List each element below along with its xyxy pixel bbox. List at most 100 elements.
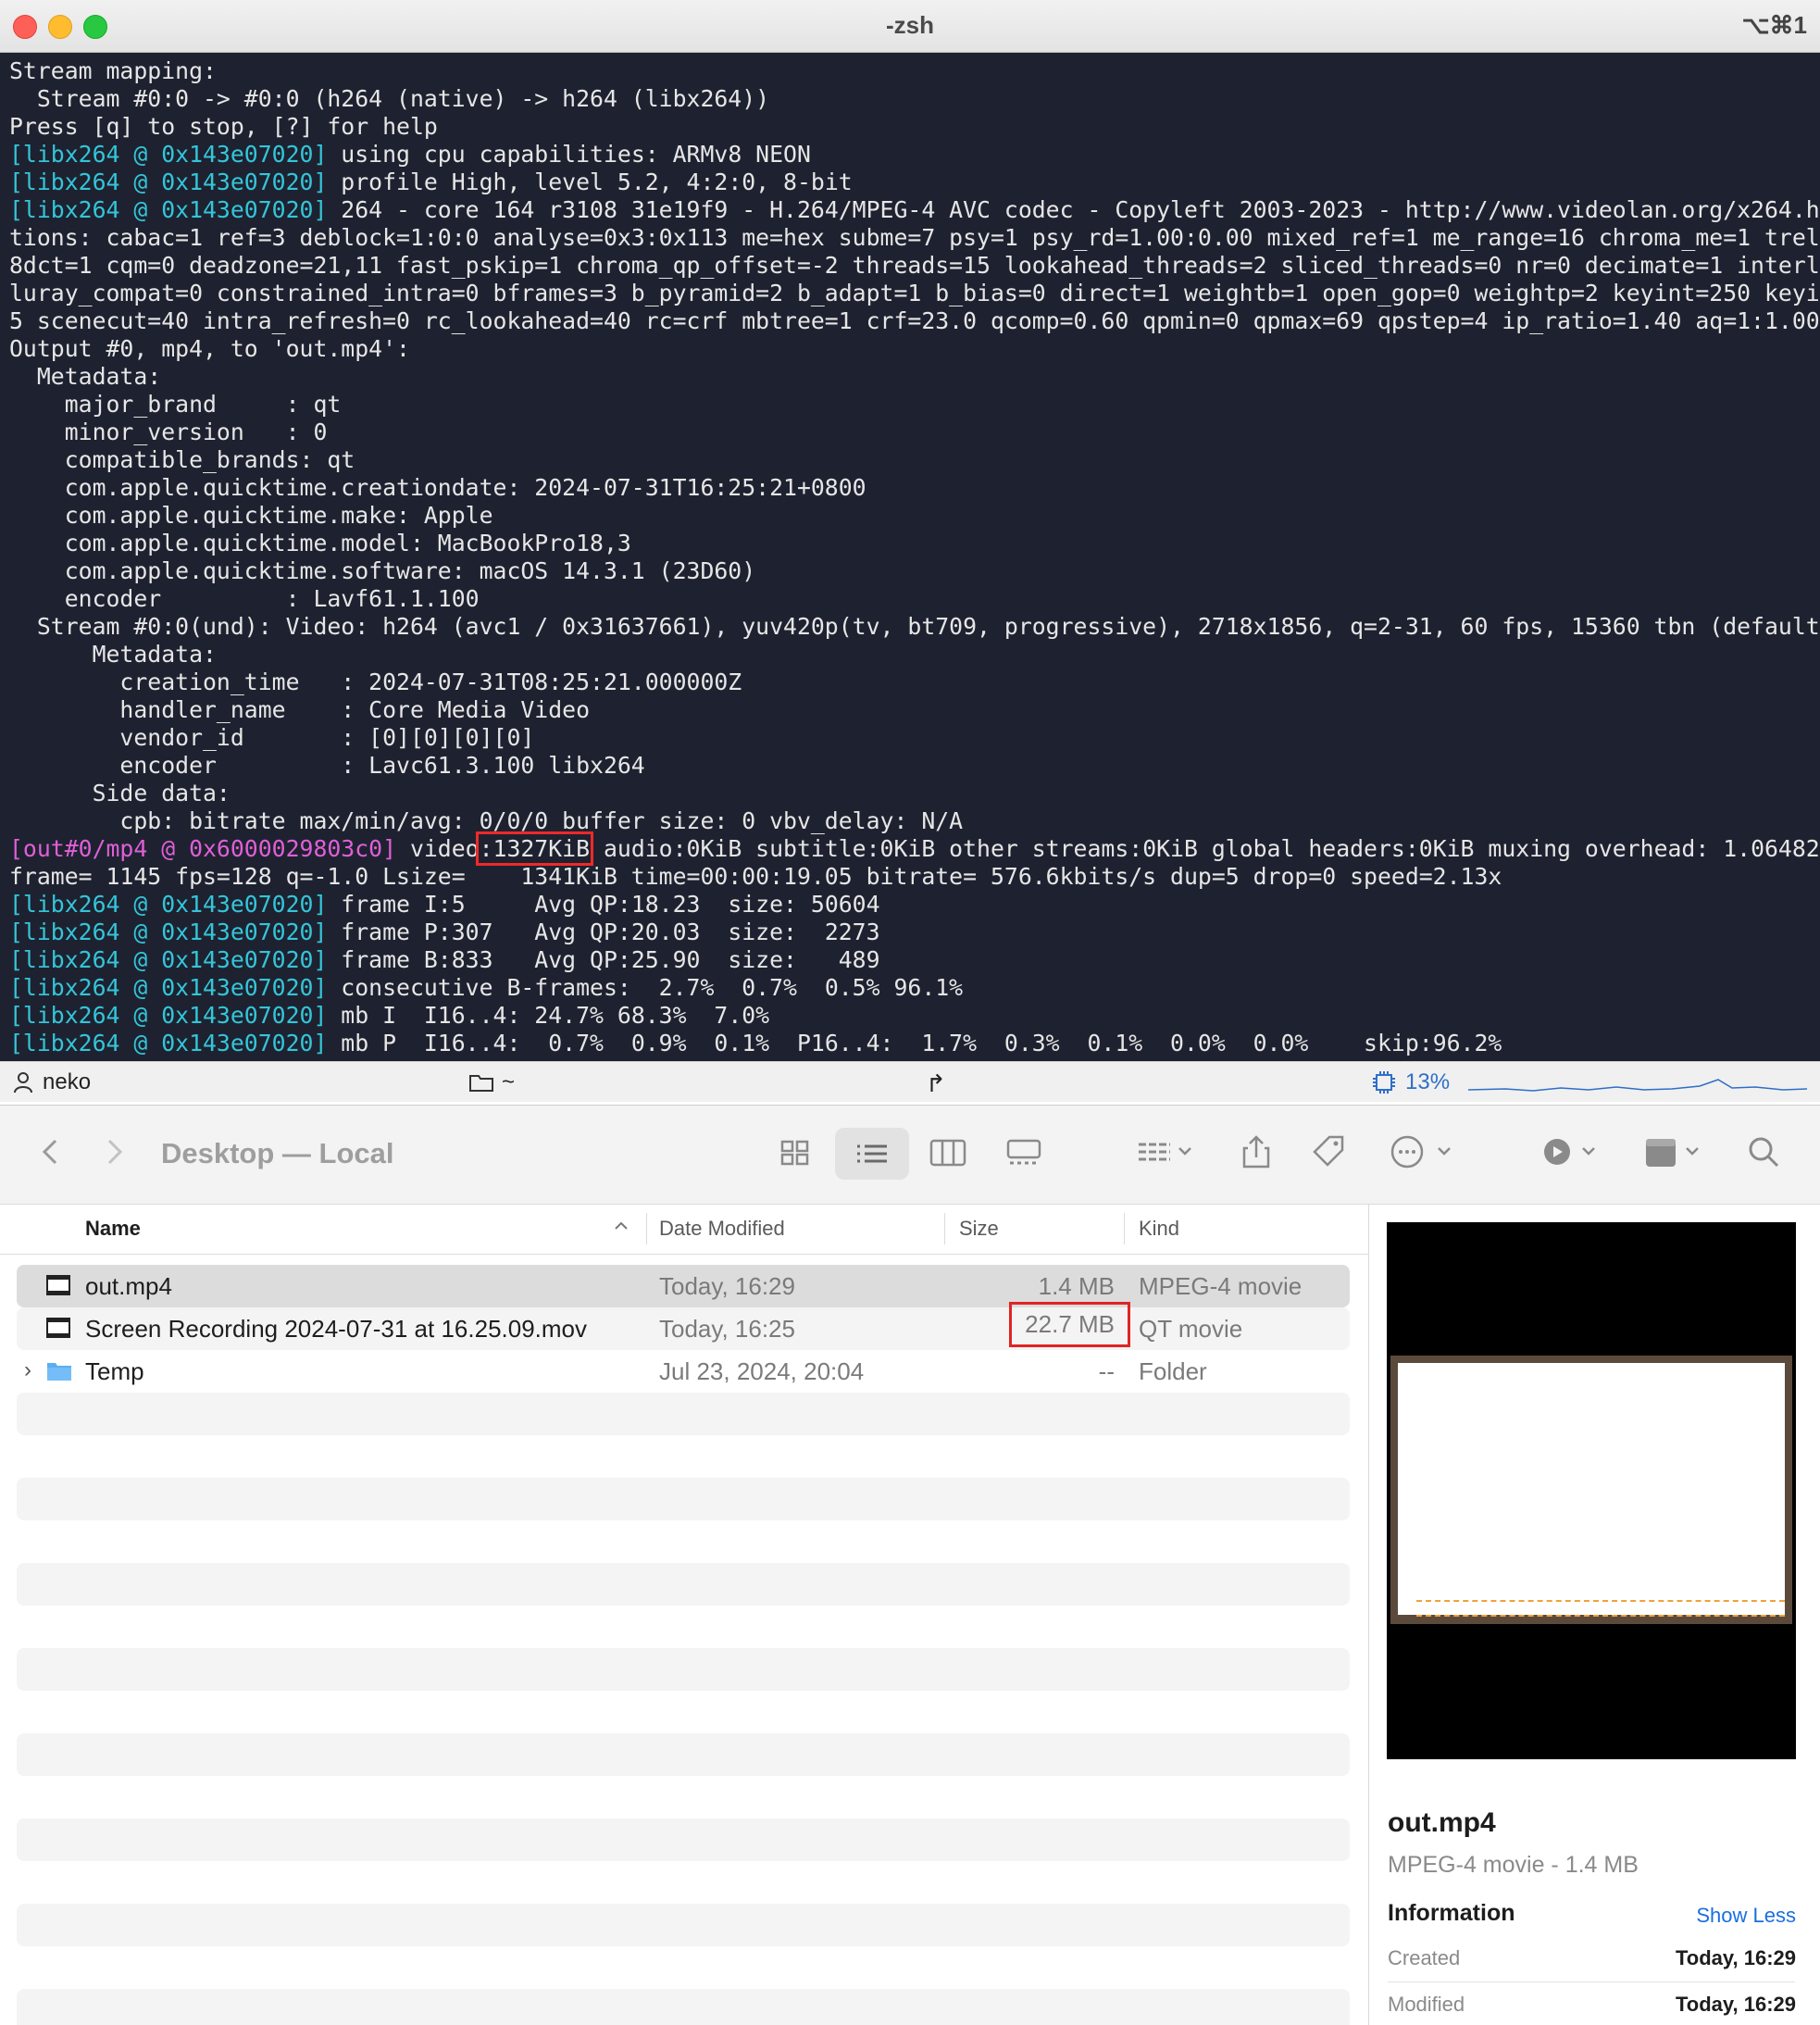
terminal-line-text: [libx264 @ 0x143e07020]: [9, 169, 328, 195]
drive-icon[interactable]: [1644, 1133, 1703, 1179]
terminal-line-text: using cpu capabilities: ARMv8 NEON: [327, 141, 811, 168]
share-icon[interactable]: [1240, 1133, 1272, 1179]
terminal-line-text: [libx264 @ 0x143e07020]: [9, 1002, 328, 1029]
file-name: Temp: [85, 1357, 144, 1385]
finder-window: Desktop — Local Name Date Modified Size …: [0, 1105, 1820, 2025]
user-icon: [14, 1072, 32, 1094]
terminal-line: [libx264 @ 0x143e07020] frame I:5 Avg QP…: [9, 891, 1814, 919]
preview-divider[interactable]: [1368, 1204, 1369, 2025]
terminal-line-text: com.apple.quicktime.model: MacBookPro18,…: [9, 530, 631, 556]
terminal-line-text: com.apple.quicktime.creationdate: 2024-0…: [9, 474, 866, 501]
terminal-line-text: frame P:307 Avg QP:20.03 size: 2273: [327, 919, 880, 945]
terminal-line-text: mb I I16..4: 24.7% 68.3% 7.0%: [327, 1002, 770, 1029]
terminal-line-text: major_brand : qt: [9, 391, 342, 418]
more-actions-icon[interactable]: [1389, 1133, 1455, 1179]
terminal-line: tions: cabac=1 ref=3 deblock=1:0:0 analy…: [9, 224, 1820, 252]
column-header-date[interactable]: Date Modified: [659, 1217, 785, 1241]
terminal-line-text: 5 scenecut=40 intra_refresh=0 rc_lookahe…: [9, 307, 1820, 334]
status-cpu: 13%: [1372, 1069, 1450, 1095]
terminal-line-text: video: [396, 835, 480, 862]
preview-info-heading: Information: [1388, 1900, 1515, 1926]
list-view-button[interactable]: [835, 1128, 909, 1180]
terminal-line: handler_name : Core Media Video: [9, 696, 1814, 724]
highlighted-output-segment: :1327KiB: [475, 831, 594, 866]
empty-row: [17, 1478, 1350, 1520]
terminal-line-text: 264 - core 164 r3108 31e19f9 - H.264/MPE…: [327, 196, 1820, 223]
icon-view-icon[interactable]: [779, 1133, 811, 1179]
gallery-view-icon[interactable]: [1005, 1133, 1042, 1179]
empty-row: [17, 1819, 1350, 1861]
column-divider[interactable]: [944, 1213, 945, 1244]
folder-icon: [469, 1075, 493, 1092]
tag-icon[interactable]: [1311, 1133, 1348, 1179]
show-less-link[interactable]: Show Less: [1696, 1904, 1796, 1928]
terminal-line: Stream #0:0 -> #0:0 (h264 (native) -> h2…: [9, 85, 1814, 113]
terminal-line-text: audio:0KiB subtitle:0KiB other streams:0…: [590, 835, 1820, 862]
terminal-line: vendor_id : [0][0][0][0]: [9, 724, 1814, 752]
terminal-line: [libx264 @ 0x143e07020] using cpu capabi…: [9, 141, 1814, 169]
file-row[interactable]: Screen Recording 2024-07-31 at 16.25.09.…: [17, 1302, 1350, 1350]
search-icon[interactable]: [1746, 1133, 1783, 1179]
group-by-icon[interactable]: [1137, 1133, 1196, 1179]
terminal-line-text: minor_version : 0: [9, 419, 328, 445]
created-label: Created: [1388, 1946, 1461, 1969]
file-kind: QT movie: [1139, 1315, 1243, 1343]
terminal-line-text: Stream #0:0 -> #0:0 (h264 (native) -> h2…: [9, 85, 770, 112]
file-name: out.mp4: [85, 1272, 172, 1300]
terminal-line: minor_version : 0: [9, 419, 1814, 446]
column-header-size[interactable]: Size: [959, 1217, 999, 1241]
file-kind: Folder: [1139, 1357, 1207, 1385]
terminal-line: [libx264 @ 0x143e07020] 264 - core 164 r…: [9, 196, 1820, 224]
finder-toolbar: Desktop — Local: [0, 1106, 1820, 1205]
terminal-line-text: [libx264 @ 0x143e07020]: [9, 196, 328, 223]
terminal-line-text: [libx264 @ 0x143e07020]: [9, 891, 328, 918]
file-list: out.mp4 Today, 16:29 1.4 MB MPEG-4 movie Scr…: [17, 1265, 1350, 2025]
terminal-line-text: [libx264 @ 0x143e07020]: [9, 1030, 328, 1056]
terminal-line-text: Stream mapping:: [9, 57, 217, 84]
terminal-line-text: mb P I16..4: 0.7% 0.9% 0.1% P16..4: 1.7%…: [327, 1030, 1502, 1056]
video-preview[interactable]: [1387, 1222, 1796, 1759]
empty-row: [17, 1691, 1350, 1733]
column-divider[interactable]: [646, 1213, 647, 1244]
file-row[interactable]: › Temp Jul 23, 2024, 20:04 -- Folder: [17, 1350, 1350, 1393]
terminal-line: [libx264 @ 0x143e07020] frame B:833 Avg …: [9, 946, 1814, 974]
quick-actions-icon[interactable]: [1540, 1133, 1600, 1179]
terminal-line: encoder : Lavc61.3.100 libx264: [9, 752, 1814, 780]
terminal-output[interactable]: Stream mapping: Stream #0:0 -> #0:0 (h26…: [9, 57, 1820, 1057]
terminal-titlebar: -zsh ⌥⌘1: [0, 0, 1820, 53]
terminal-line-text: frame I:5 Avg QP:18.23 size: 50604: [327, 891, 880, 918]
column-divider[interactable]: [1124, 1213, 1125, 1244]
terminal-line-text: Side data:: [9, 780, 231, 806]
status-cpu-label: 13%: [1405, 1069, 1451, 1094]
terminal-line: Press [q] to stop, [?] for help: [9, 113, 1814, 141]
terminal-line: 8dct=1 cqm=0 deadzone=21,11 fast_pskip=1…: [9, 252, 1820, 280]
terminal-line-text: compatible_brands: qt: [9, 446, 355, 473]
column-header-name[interactable]: Name: [85, 1217, 141, 1241]
terminal-line-text: consecutive B-frames: 2.7% 0.7% 0.5% 96.…: [327, 974, 964, 1001]
column-header-kind[interactable]: Kind: [1139, 1217, 1179, 1241]
status-directory: ~: [468, 1069, 515, 1095]
preview-thumbnail-frame: [1398, 1363, 1785, 1617]
empty-row: [17, 1776, 1350, 1819]
terminal-line-text: luray_compat=0 constrained_intra=0 bfram…: [9, 280, 1820, 306]
file-kind: MPEG-4 movie: [1139, 1272, 1303, 1300]
sort-ascending-icon[interactable]: [613, 1215, 630, 1243]
file-size: --: [1098, 1357, 1115, 1385]
back-icon[interactable]: [39, 1133, 61, 1179]
terminal-line: Metadata:: [9, 641, 1814, 669]
terminal-line: major_brand : qt: [9, 391, 1814, 419]
terminal-line-text: profile High, level 5.2, 4:2:0, 8-bit: [327, 169, 853, 195]
forward-icon[interactable]: [104, 1133, 126, 1179]
terminal-line: Side data:: [9, 780, 1814, 807]
column-view-icon[interactable]: [929, 1133, 966, 1179]
terminal-line-text: tions: cabac=1 ref=3 deblock=1:0:0 analy…: [9, 224, 1820, 251]
file-row[interactable]: out.mp4 Today, 16:29 1.4 MB MPEG-4 movie: [17, 1265, 1350, 1307]
terminal-line-text: encoder : Lavf61.1.100: [9, 585, 480, 612]
file-name: Screen Recording 2024-07-31 at 16.25.09.…: [85, 1315, 588, 1343]
terminal-title: -zsh: [886, 11, 934, 39]
terminal-line-text: Press [q] to stop, [?] for help: [9, 113, 438, 140]
disclosure-chevron-icon[interactable]: ›: [24, 1357, 31, 1383]
info-separator: [1388, 1981, 1795, 1982]
terminal-line-text: handler_name : Core Media Video: [9, 696, 591, 723]
terminal-line-text: cpb: bitrate max/min/avg: 0/0/0 buffer s…: [9, 807, 964, 834]
